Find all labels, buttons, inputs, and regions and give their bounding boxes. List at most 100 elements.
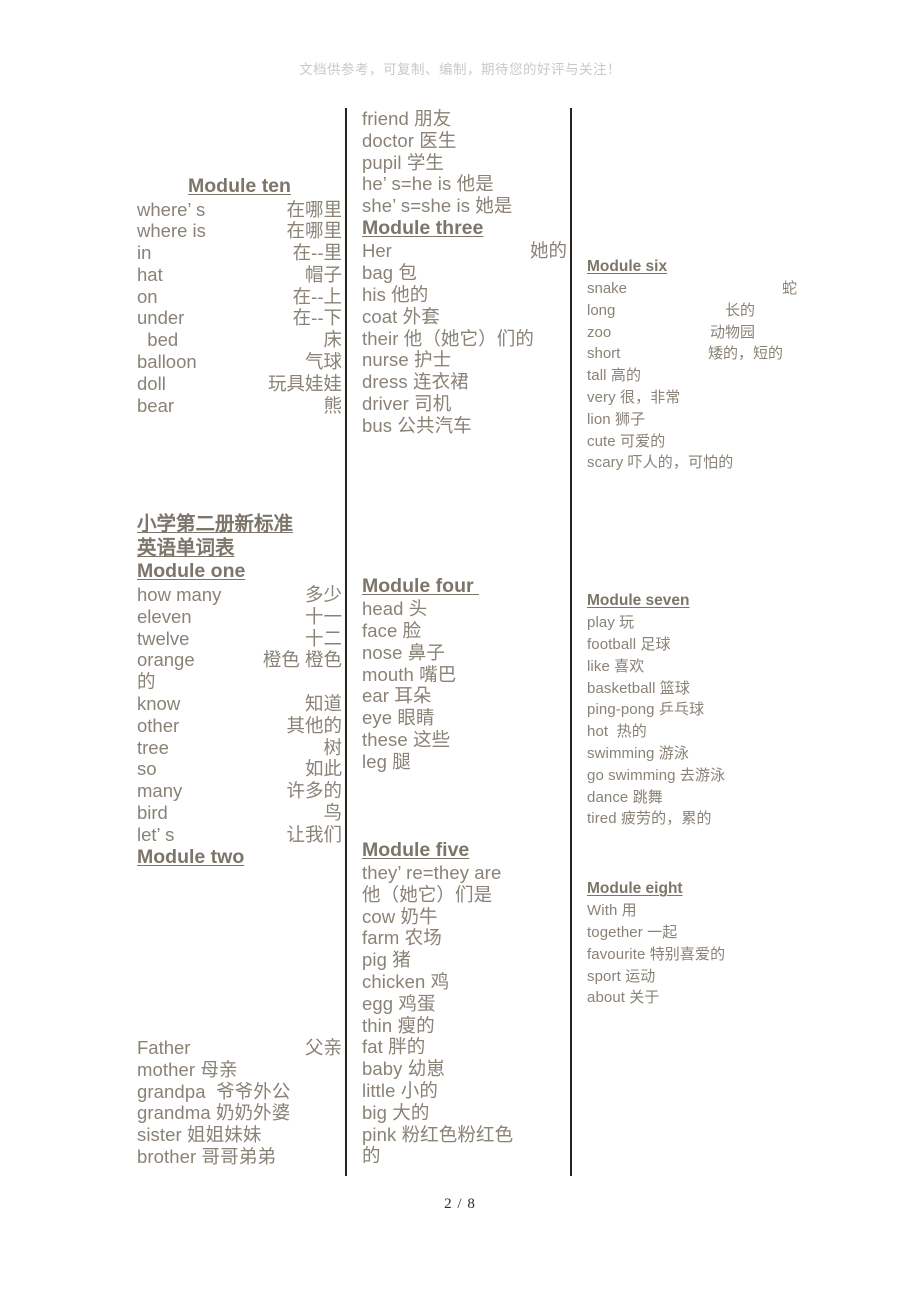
word-en: orange <box>137 649 195 671</box>
word-row: many 许多的 <box>137 780 342 802</box>
word-row: sport 运动 <box>587 967 656 985</box>
heading-module-six: Module six <box>587 258 668 275</box>
word-row: balloon 气球 <box>137 351 342 373</box>
word-en: under <box>137 307 185 329</box>
word-row: ear 耳朵 <box>362 685 432 707</box>
word-cn: 多少 <box>304 583 342 605</box>
word-cn: 在哪里 <box>286 198 342 220</box>
heading-module-four: Module four <box>362 574 479 597</box>
word-en: in <box>137 242 152 264</box>
word-row: under 在--下 <box>137 307 342 329</box>
word-cn: 蛇 <box>781 280 797 297</box>
word-row: thin 瘦的 <box>362 1014 435 1036</box>
word-cn: 在--上 <box>292 285 342 307</box>
word-row: tree 树 <box>137 737 342 759</box>
page-number: 2 / 8 <box>444 1196 476 1212</box>
word-row: friend 朋友 <box>362 108 452 129</box>
word-row: she’ s=she is 她是 <box>362 195 513 217</box>
spacer-left-mid <box>137 416 342 513</box>
word-cn: 鸟 <box>323 801 342 823</box>
word-row: pupil 学生 <box>362 151 445 173</box>
word-row: mother 母亲 <box>137 1058 238 1080</box>
word-row: swimming 游泳 <box>587 744 689 762</box>
word-en: balloon <box>137 351 197 373</box>
word-row: favourite 特别喜爱的 <box>587 945 726 963</box>
word-en: Father <box>137 1037 191 1059</box>
word-row: cute 可爱的 <box>587 432 666 450</box>
word-cn: 动物园 <box>709 323 755 341</box>
word-cn: 知道 <box>304 692 342 714</box>
word-cn: 在--里 <box>292 242 342 264</box>
word-row: bag 包 <box>362 262 418 284</box>
page-title-line-1: 小学第二册新标准 <box>137 513 294 536</box>
word-row: know 知道 <box>137 693 342 715</box>
spacer-left-top <box>137 108 342 175</box>
word-row: 他（她它）们是 <box>362 883 493 905</box>
word-cn: 橙色 橙色 <box>262 649 342 671</box>
word-row: hat 帽子 <box>137 264 342 286</box>
word-en: zoo <box>587 323 612 341</box>
word-row: very 很，非常 <box>587 388 681 406</box>
word-en: let’ s <box>137 823 175 845</box>
column-divider-right <box>570 108 572 1176</box>
word-cn: 她的 <box>529 240 567 262</box>
heading-module-eight: Module eight <box>587 880 683 898</box>
word-row: bird 鸟 <box>137 802 342 824</box>
word-row: their 他（她它）们的 <box>362 327 534 349</box>
list-module-seven: play 玩 football 足球 like 喜欢 basketball 篮球… <box>587 612 797 830</box>
word-row: orange 橙色 橙色 <box>137 649 342 671</box>
word-en: so <box>137 758 157 780</box>
word-row: basketball 篮球 <box>587 679 691 697</box>
word-row: grandpa 爷爷外公 <box>137 1080 291 1102</box>
word-row: farm 农场 <box>362 927 442 949</box>
word-row: chicken 鸡 <box>362 971 450 993</box>
word-row: together 一起 <box>587 923 678 941</box>
word-cn: 在--下 <box>292 307 342 329</box>
word-cn: 树 <box>323 736 342 758</box>
word-row: doctor 医生 <box>362 129 457 151</box>
word-en: many <box>137 780 183 802</box>
spacer-left-bottom <box>137 869 342 1037</box>
word-row: how many 多少 <box>137 584 342 606</box>
word-row: football 足球 <box>587 635 671 653</box>
word-cn: 长的 <box>724 301 755 319</box>
list-module-two-continued: friend 朋友 doctor 医生 pupil 学生 he’ s=he is… <box>362 108 567 217</box>
word-row: tired 疲劳的，累的 <box>587 810 712 828</box>
spacer-mid-lower <box>362 773 567 839</box>
word-row: face 脸 <box>362 619 422 641</box>
heading-module-five: Module five <box>362 838 470 861</box>
word-row: pig 猪 <box>362 949 411 971</box>
word-row: sister 姐姐妹妹 <box>137 1124 262 1146</box>
word-row: mouth 嘴巴 <box>362 663 457 685</box>
word-row: scary 吓人的，可怕的 <box>587 454 734 472</box>
word-row: Father 父亲 <box>137 1037 342 1059</box>
word-row: driver 司机 <box>362 393 452 415</box>
word-row: let’ s 让我们 <box>137 824 342 846</box>
word-row: hot 热的 <box>587 723 647 741</box>
word-cn: 床 <box>323 329 342 351</box>
word-en: on <box>137 285 158 307</box>
word-cn: 其他的 <box>286 714 342 736</box>
word-row: 的 <box>137 671 156 693</box>
word-row: baby 幼崽 <box>362 1058 445 1080</box>
word-row: other 其他的 <box>137 715 342 737</box>
word-row: coat 外套 <box>362 305 440 327</box>
word-row: head 头 <box>362 598 428 620</box>
word-en: tree <box>137 736 169 758</box>
page-title-line-2: 英语单词表 <box>137 536 235 559</box>
word-cn: 十二 <box>304 627 342 649</box>
word-cn: 气球 <box>304 351 342 373</box>
word-row: dress 连衣裙 <box>362 371 469 393</box>
heading-module-ten: Module ten <box>188 175 291 197</box>
word-en: twelve <box>137 627 190 649</box>
word-row: little 小的 <box>362 1080 438 1101</box>
word-row: short 矮的，短的 <box>587 343 797 365</box>
word-row: snake 蛇 <box>587 278 797 300</box>
heading-module-two: Module two <box>137 845 245 868</box>
word-cn: 玩具娃娃 <box>267 372 342 394</box>
list-module-two: Father 父亲 mother 母亲 grandpa 爷爷外公 grandma… <box>137 1037 342 1168</box>
word-row: play 玩 <box>587 614 635 632</box>
header-watermark: 文档供参考，可复制、编制，期待您的好评与关注！ <box>299 62 621 78</box>
word-row: 的 <box>362 1145 381 1167</box>
word-row: long 长的 <box>587 300 797 322</box>
